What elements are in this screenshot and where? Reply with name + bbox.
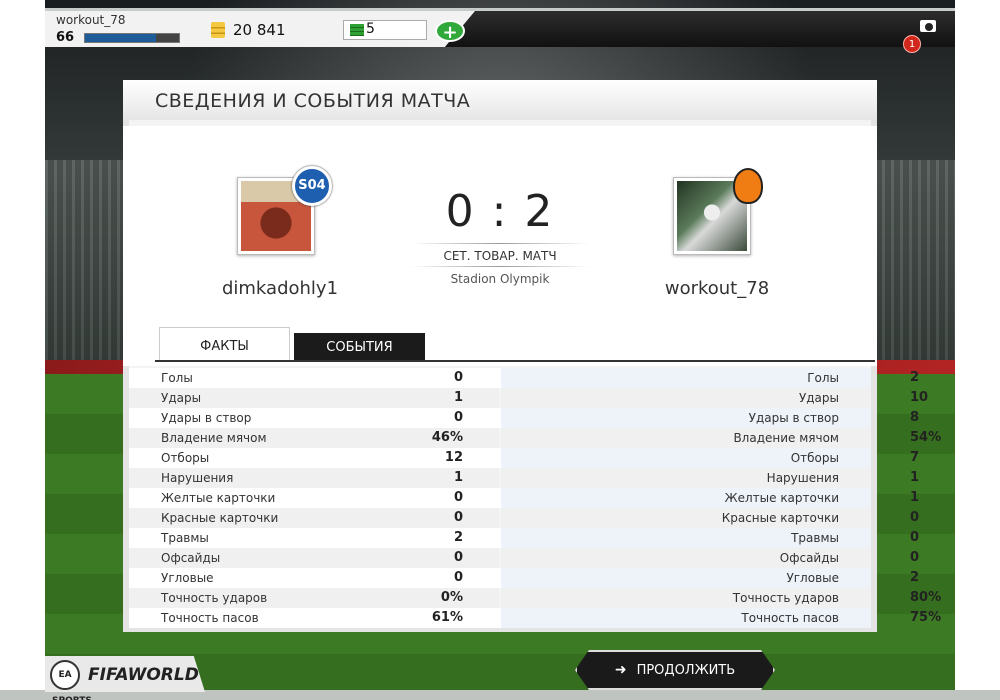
home-stat-value: 0% <box>440 590 463 605</box>
home-stat-label: Удары в створ <box>161 411 252 425</box>
away-stat-value: 0 <box>910 550 920 565</box>
match-score: 0 : 2 <box>445 186 555 237</box>
tab-facts[interactable]: ФАКТЫ <box>159 327 290 361</box>
away-stat-value: 1 <box>910 490 920 505</box>
away-stat-label: Владение мячом <box>733 431 839 445</box>
away-stat-label: Офсайды <box>779 551 839 565</box>
stat-row: Офсайды 0 0 Офсайды <box>129 548 919 568</box>
home-stat-value: 2 <box>453 530 463 545</box>
camera-icon[interactable] <box>920 20 936 32</box>
panel-title: СВЕДЕНИЯ И СОБЫТИЯ МАТЧА <box>155 90 471 112</box>
packs-icon <box>350 24 364 36</box>
stadium-name: Stadion Olympik <box>450 272 550 286</box>
away-stat-value: 80% <box>910 590 942 605</box>
home-stat-label: Желтые карточки <box>161 491 276 505</box>
home-stat-value: 12 <box>444 450 463 465</box>
schalke-badge-icon: S04 <box>292 166 332 206</box>
continue-label: ПРОДОЛЖИТЬ <box>636 663 736 678</box>
divider <box>410 243 590 244</box>
away-stat-value: 10 <box>910 390 929 405</box>
away-stat-label: Точность ударов <box>732 591 839 605</box>
away-stat-value: 2 <box>910 370 920 385</box>
tab-underline <box>155 360 875 362</box>
home-stat-value: 61% <box>431 610 463 625</box>
away-stat-label: Удары в створ <box>748 411 839 425</box>
home-stat-value: 0 <box>453 410 463 425</box>
tab-events[interactable]: СОБЫТИЯ <box>294 333 425 361</box>
stat-row: Угловые 0 2 Угловые <box>129 568 919 588</box>
stat-row: Нарушения 1 1 Нарушения <box>129 468 919 488</box>
packs-count: 5 <box>366 21 375 37</box>
home-stat-label: Отборы <box>161 451 210 465</box>
home-stat-label: Владение мячом <box>161 431 267 445</box>
home-stat-value: 0 <box>453 370 463 385</box>
home-stat-label: Голы <box>161 371 193 385</box>
username: workout_78 <box>56 13 126 27</box>
away-stat-label: Отборы <box>790 451 839 465</box>
home-stat-label: Травмы <box>161 531 209 545</box>
xp-progress-bar <box>84 33 180 43</box>
away-stat-value: 7 <box>910 450 920 465</box>
stat-row: Точность ударов 0% 80% Точность ударов <box>129 588 941 608</box>
home-stat-label: Офсайды <box>161 551 221 565</box>
home-stat-label: Красные карточки <box>161 511 279 525</box>
stats-table: Голы 0 2 Голы Удары 1 10 Удары Удары в створ… <box>129 368 941 628</box>
coins-balance: 20 841 <box>233 21 286 39</box>
away-stat-value: 1 <box>910 470 920 485</box>
fifa-world-logo: FIFAWORLD <box>88 665 199 685</box>
away-stat-value: 75% <box>910 610 942 625</box>
away-stat-value: 2 <box>910 570 920 585</box>
home-stat-label: Точность ударов <box>161 591 268 605</box>
away-stat-value: 54% <box>910 430 942 445</box>
home-player-name: dimkadohly1 <box>221 278 339 299</box>
continue-button[interactable]: ➜ ПРОДОЛЖИТЬ <box>575 650 775 690</box>
home-stat-value: 0 <box>453 550 463 565</box>
stat-row: Голы 0 2 Голы <box>129 368 919 388</box>
home-stat-value: 0 <box>453 570 463 585</box>
stat-row: Точность пасов 61% 75% Точность пасов <box>129 608 941 628</box>
match-type: СЕТ. ТОВАР. МАТЧ <box>443 249 557 263</box>
away-stat-label: Желтые карточки <box>724 491 839 505</box>
away-stat-label: Нарушения <box>766 471 839 485</box>
home-stat-value: 0 <box>453 510 463 525</box>
away-stat-value: 8 <box>910 410 920 425</box>
stat-row: Удары 1 10 Удары <box>129 388 928 408</box>
stat-row: Владение мячом 46% 54% Владение мячом <box>129 428 941 448</box>
coins-icon <box>211 22 225 38</box>
stat-row: Удары в створ 0 8 Удары в створ <box>129 408 919 428</box>
away-stat-value: 0 <box>910 510 920 525</box>
away-stat-label: Голы <box>807 371 839 385</box>
home-stat-label: Удары <box>161 391 202 405</box>
home-stat-value: 1 <box>453 470 463 485</box>
stat-row: Отборы 12 7 Отборы <box>129 448 919 468</box>
user-level: 66 <box>56 30 75 45</box>
home-stat-label: Угловые <box>161 571 214 585</box>
xp-progress-fill <box>85 34 156 42</box>
away-stat-value: 0 <box>910 530 920 545</box>
stat-row: Красные карточки 0 0 Красные карточки <box>129 508 919 528</box>
home-stat-label: Точность пасов <box>161 611 259 625</box>
away-stat-label: Удары <box>798 391 839 405</box>
home-stat-label: Нарушения <box>161 471 234 485</box>
home-stat-value: 0 <box>453 490 463 505</box>
stat-row: Травмы 2 0 Травмы <box>129 528 919 548</box>
add-button[interactable]: + <box>435 20 465 43</box>
arrow-right-icon: ➜ <box>614 662 627 678</box>
away-stat-label: Угловые <box>786 571 839 585</box>
away-stat-label: Травмы <box>791 531 839 545</box>
home-stat-value: 46% <box>431 430 463 445</box>
away-player-name: workout_78 <box>664 278 770 299</box>
notification-badge[interactable]: 1 <box>903 35 921 53</box>
ea-sports-logo: EA SPORTS <box>50 660 92 700</box>
shakhtar-badge-icon <box>733 168 763 204</box>
home-stat-value: 1 <box>453 390 463 405</box>
divider <box>410 266 590 267</box>
away-stat-label: Точность пасов <box>741 611 839 625</box>
away-stat-label: Красные карточки <box>721 511 839 525</box>
left-margin <box>0 0 45 700</box>
stat-row: Желтые карточки 0 1 Желтые карточки <box>129 488 919 508</box>
